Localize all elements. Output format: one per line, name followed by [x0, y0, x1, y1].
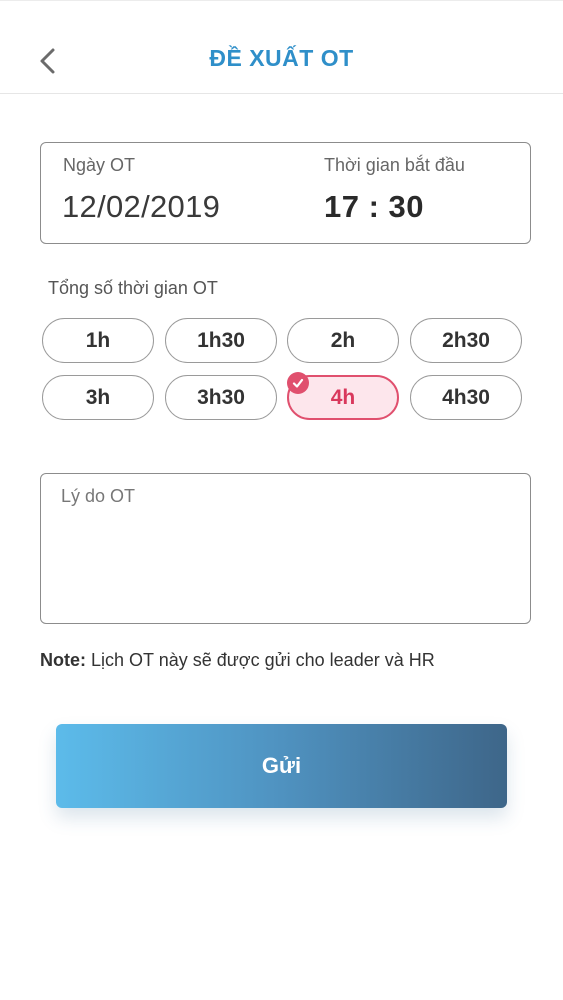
chip-label: 2h [330, 328, 356, 352]
duration-chip-3h[interactable]: 3h [42, 375, 154, 420]
duration-chip-3h30[interactable]: 3h30 [165, 375, 277, 420]
note-text: Note: Lịch OT này sẽ được gửi cho leader… [40, 650, 435, 671]
app-header: ĐỀ XUẤT OT [0, 0, 563, 94]
page-title: ĐỀ XUẤT OT [209, 45, 354, 71]
duration-chip-1h30[interactable]: 1h30 [165, 318, 277, 363]
ot-date-label: Ngày OT [63, 155, 136, 175]
check-circle-icon [287, 372, 309, 394]
duration-chip-2h30[interactable]: 2h30 [410, 318, 522, 363]
duration-chip-4h30[interactable]: 4h30 [410, 375, 522, 420]
ot-info-card: Ngày OT Thời gian bắt đầu 12/02/2019 17 … [40, 142, 531, 244]
start-time-label: Thời gian bắt đầu [324, 155, 465, 175]
note-prefix: Note: [40, 650, 86, 670]
chip-label: 4h [330, 385, 356, 409]
ot-request-screen: ĐỀ XUẤT OT Ngày OT Thời gian bắt đầu 12/… [0, 0, 563, 1000]
chip-label: 1h [85, 328, 111, 352]
duration-chip-2h[interactable]: 2h [287, 318, 399, 363]
reason-input[interactable] [61, 486, 511, 611]
start-time-value[interactable]: 17 : 30 [324, 189, 424, 225]
submit-label: Gửi [261, 753, 302, 778]
chip-label: 4h30 [442, 385, 490, 409]
chip-label: 3h [85, 385, 111, 409]
reason-field [40, 473, 531, 624]
duration-chip-1h[interactable]: 1h [42, 318, 154, 363]
chip-label: 1h30 [197, 328, 245, 352]
submit-button[interactable]: Gửi [56, 724, 507, 808]
duration-chip-4h[interactable]: 4h [287, 372, 399, 420]
total-ot-label: Tổng số thời gian OT [48, 278, 218, 298]
chip-label: 2h30 [442, 328, 490, 352]
chip-label: 3h30 [197, 385, 245, 409]
note-body: Lịch OT này sẽ được gửi cho leader và HR [86, 650, 435, 670]
ot-date-value[interactable]: 12/02/2019 [62, 189, 220, 225]
